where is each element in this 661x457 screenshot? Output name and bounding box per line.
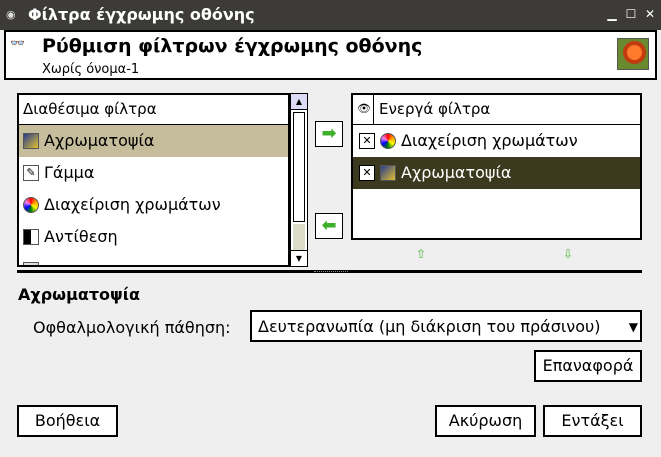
glasses-icon: 👓 — [10, 36, 25, 50]
available-filters-header[interactable]: Διαθέσιμα φίλτρα — [19, 95, 288, 125]
dialog-title: Ρύθμιση φίλτρων έγχρωμης οθόνης — [42, 35, 423, 57]
filter-settings-title: Αχρωματοψία — [18, 285, 140, 304]
add-filter-button[interactable]: ➡ — [315, 121, 343, 147]
active-filter-row[interactable]: ✕ Διαχείριση χρωμάτων — [353, 125, 640, 157]
checkbox-checked[interactable]: ✕ — [359, 165, 375, 181]
available-filters-list[interactable]: Διαθέσιμα φίλτρα Αχρωματοψία ✎ Γάμμα Δια… — [17, 93, 290, 267]
contrast-icon — [23, 229, 39, 245]
maximize-button[interactable]: ☐ — [624, 7, 638, 21]
close-button[interactable]: ✕ — [643, 7, 657, 21]
available-list-scrollbar[interactable]: ▲ ▼ — [290, 93, 308, 267]
minimize-button[interactable]: ▁ — [605, 7, 619, 21]
list-item[interactable]: Αντίθεση — [19, 221, 288, 253]
list-item[interactable]: Διαχείριση χρωμάτων — [19, 189, 288, 221]
scroll-thumb[interactable] — [293, 112, 305, 222]
list-item[interactable]: Αχρωματοψία — [19, 125, 288, 157]
move-down-button[interactable]: ⇩ — [563, 247, 573, 261]
remove-filter-button[interactable]: ⬅ — [315, 213, 343, 239]
ok-button[interactable]: Εντάξει — [543, 405, 642, 437]
gamma-icon: ✎ — [23, 165, 39, 181]
scroll-trough[interactable] — [293, 224, 305, 250]
dropdown-arrow-icon: ▼ — [628, 320, 638, 334]
help-button[interactable]: Βοήθεια — [17, 405, 118, 437]
reset-button[interactable]: Επαναφορά — [534, 350, 642, 382]
eye-icon[interactable]: 👁 — [357, 102, 371, 115]
title-bar: ◉ Φίλτρα έγχρωμης οθόνης ▁ ☐ ✕ — [0, 0, 661, 30]
active-filters-list[interactable]: 👁 Ενεργά φίλτρα ✕ Διαχείριση χρωμάτων ✕ … — [351, 93, 642, 240]
scroll-down-arrow[interactable]: ▼ — [291, 250, 307, 266]
filter-icon — [23, 262, 39, 265]
color-filter-icon — [23, 133, 39, 149]
image-thumbnail — [617, 38, 649, 70]
condition-select[interactable]: Δευτερανωπία (μη διάκριση του πράσινου) … — [250, 310, 642, 342]
color-management-icon — [23, 197, 39, 213]
scroll-up-arrow[interactable]: ▲ — [291, 94, 307, 110]
color-filter-icon — [380, 165, 396, 181]
list-item[interactable]: ✎ Γάμμα — [19, 157, 288, 189]
window-title: Φίλτρα έγχρωμης οθόνης — [28, 5, 255, 24]
gimp-app-icon: ◉ — [6, 8, 16, 21]
image-name: Χωρίς όνομα-1 — [42, 62, 140, 77]
condition-label: Οφθαλμολογική πάθηση: — [33, 318, 231, 337]
dialog-header: 👓 Ρύθμιση φίλτρων έγχρωμης οθόνης Χωρίς … — [4, 30, 657, 80]
list-item-partial — [19, 253, 288, 265]
active-filters-header[interactable]: 👁 Ενεργά φίλτρα — [353, 95, 640, 125]
move-up-button[interactable]: ⇧ — [416, 247, 426, 261]
checkbox-checked[interactable]: ✕ — [359, 133, 375, 149]
column-divider — [373, 95, 374, 124]
color-management-icon — [380, 133, 396, 149]
active-filter-row[interactable]: ✕ Αχρωματοψία — [353, 157, 640, 189]
pane-handle[interactable] — [314, 271, 348, 274]
cancel-button[interactable]: Ακύρωση — [435, 405, 536, 437]
